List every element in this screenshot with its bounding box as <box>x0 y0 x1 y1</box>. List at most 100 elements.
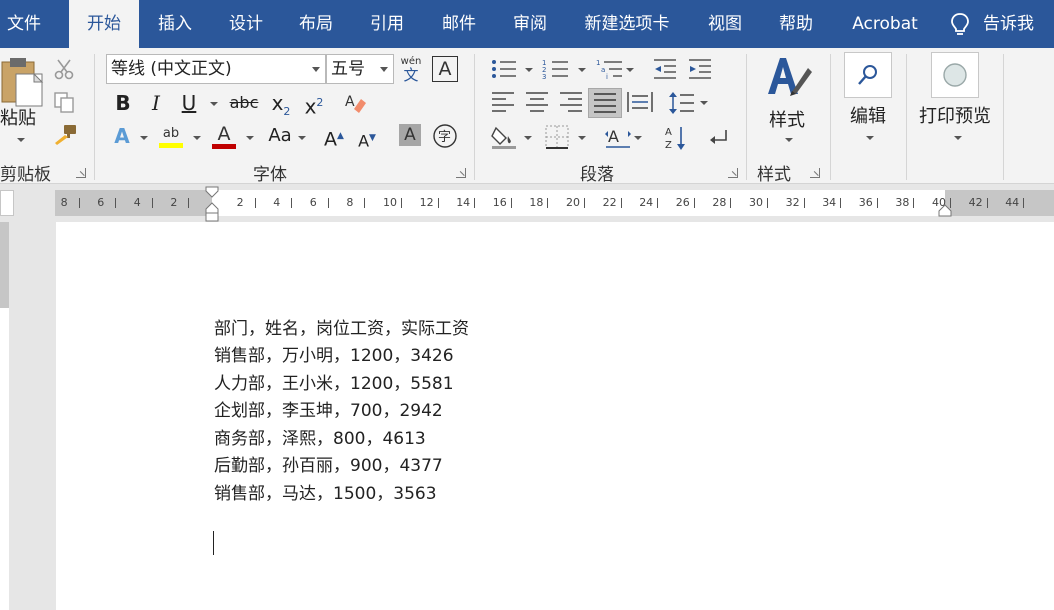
ruler-tick <box>254 198 256 208</box>
clear-formatting-icon[interactable]: A <box>344 91 368 115</box>
borders-dropdown-icon[interactable] <box>578 136 586 140</box>
highlight-color-icon[interactable]: ab <box>157 122 185 150</box>
tab-selector[interactable] <box>0 190 14 216</box>
paste-label[interactable]: 粘贴 <box>0 104 36 130</box>
decrease-indent-icon[interactable] <box>652 58 678 80</box>
increase-indent-icon[interactable] <box>687 58 713 80</box>
change-case-dropdown-icon[interactable] <box>298 136 306 140</box>
multilevel-dropdown-icon[interactable] <box>626 68 634 72</box>
document-line[interactable]: 商务部，泽熙，800，4613 <box>214 424 426 449</box>
document-line[interactable]: 人力部，王小米，1200，5581 <box>214 369 454 394</box>
bullets-dropdown-icon[interactable] <box>525 68 533 72</box>
font-size-combo[interactable]: 五号 <box>326 54 394 84</box>
editing-button[interactable] <box>844 52 892 98</box>
subscript-icon[interactable]: x2 <box>268 91 294 124</box>
tab-acrobat[interactable]: Acrobat <box>842 0 928 48</box>
editing-label[interactable]: 编辑 <box>850 102 886 128</box>
superscript-icon[interactable]: x2 <box>301 91 327 119</box>
bullets-icon[interactable] <box>490 58 518 80</box>
shrink-font-icon[interactable]: A▼ <box>355 126 379 153</box>
font-name-combo[interactable]: 等线 (中文正文) <box>106 54 326 84</box>
print-preview-button[interactable] <box>931 52 979 98</box>
styles-dropdown-icon[interactable] <box>785 138 793 142</box>
tab-home[interactable]: 开始 <box>69 0 139 48</box>
tab-review[interactable]: 审阅 <box>502 0 558 48</box>
document-page[interactable] <box>56 222 1054 610</box>
clipboard-launcher-icon[interactable] <box>76 168 86 178</box>
tab-mailings[interactable]: 邮件 <box>431 0 487 48</box>
underline-icon[interactable]: U <box>178 91 200 115</box>
distributed-align-icon[interactable] <box>626 90 654 114</box>
strikethrough-icon[interactable]: abc <box>228 91 260 115</box>
numbering-icon[interactable]: 123 <box>542 58 570 80</box>
sort-icon[interactable]: A Z <box>664 124 688 152</box>
tab-help[interactable]: 帮助 <box>768 0 824 48</box>
text-effects-dropdown-icon[interactable] <box>140 136 148 140</box>
enclosed-character-icon[interactable]: 字 <box>432 123 458 149</box>
document-line[interactable]: 企划部，李玉坤，700，2942 <box>214 396 443 421</box>
align-center-icon[interactable] <box>524 90 550 114</box>
multilevel-list-icon[interactable]: 1ai <box>596 58 624 80</box>
tab-layout[interactable]: 布局 <box>288 0 344 48</box>
ruler-number: 12 <box>419 196 434 209</box>
styles-button-label[interactable]: 样式 <box>769 106 805 132</box>
font-color-icon[interactable]: A <box>210 122 238 150</box>
tab-references[interactable]: 引用 <box>359 0 415 48</box>
ruler-number: 6 <box>309 196 317 209</box>
indent-marker-icon[interactable] <box>204 186 220 224</box>
tab-insert[interactable]: 插入 <box>147 0 203 48</box>
justify-button[interactable] <box>588 88 622 118</box>
paragraph-launcher-icon[interactable] <box>728 168 738 178</box>
show-marks-icon[interactable] <box>706 126 730 150</box>
align-left-icon[interactable] <box>490 90 516 114</box>
tab-design[interactable]: 设计 <box>218 0 274 48</box>
tell-me-search[interactable]: 告诉我 <box>983 0 1034 48</box>
font-color-dropdown-icon[interactable] <box>246 136 254 140</box>
ruler-number: 24 <box>639 196 654 209</box>
document-line[interactable]: 销售部，万小明，1200，3426 <box>214 341 454 366</box>
highlight-dropdown-icon[interactable] <box>193 136 201 140</box>
grow-font-icon[interactable]: A▲ <box>322 124 346 151</box>
change-case-icon[interactable]: Aa <box>262 124 298 148</box>
tab-file[interactable]: 文件 <box>0 0 48 48</box>
document-line[interactable]: 部门，姓名，岗位工资，实际工资 <box>214 314 469 339</box>
right-indent-marker-icon[interactable] <box>938 204 952 218</box>
group-divider <box>746 54 747 180</box>
ruler-number: 4 <box>273 196 281 209</box>
borders-icon[interactable] <box>544 124 570 150</box>
ruler-tick <box>188 198 190 208</box>
bold-icon[interactable]: B <box>112 91 134 115</box>
ruler-tick <box>437 198 439 208</box>
editing-dropdown-icon[interactable] <box>866 136 874 140</box>
cut-icon[interactable] <box>53 58 75 80</box>
align-right-icon[interactable] <box>558 90 584 114</box>
styles-icon[interactable] <box>764 54 814 100</box>
format-painter-icon[interactable] <box>53 123 77 147</box>
styles-launcher-icon[interactable] <box>810 168 820 178</box>
numbering-dropdown-icon[interactable] <box>578 68 586 72</box>
print-preview-dropdown-icon[interactable] <box>954 136 962 140</box>
italic-icon[interactable]: I <box>145 91 167 115</box>
text-effects-icon[interactable]: A <box>110 124 134 148</box>
character-border-icon[interactable]: A <box>432 56 458 82</box>
phonetic-guide-icon[interactable]: wén 文 <box>397 54 425 84</box>
line-spacing-icon[interactable] <box>668 90 696 116</box>
paste-dropdown-icon[interactable] <box>17 138 25 142</box>
shading-dropdown-icon[interactable] <box>524 136 532 140</box>
copy-icon[interactable] <box>53 91 75 113</box>
line-spacing-dropdown-icon[interactable] <box>700 101 708 105</box>
underline-dropdown-icon[interactable] <box>210 102 218 106</box>
font-launcher-icon[interactable] <box>456 168 466 178</box>
document-line[interactable]: 销售部，马达，1500，3563 <box>214 479 437 504</box>
lightbulb-icon[interactable] <box>949 12 971 38</box>
character-shading-icon[interactable]: A <box>399 124 421 146</box>
tab-view[interactable]: 视图 <box>697 0 753 48</box>
shading-icon[interactable] <box>490 124 518 150</box>
chinese-layout-dropdown-icon[interactable] <box>634 136 642 140</box>
tab-new-tab[interactable]: 新建选项卡 <box>575 0 679 48</box>
paste-icon[interactable] <box>0 56 44 108</box>
group-divider <box>906 54 907 180</box>
document-line[interactable]: 后勤部，孙百丽，900，4377 <box>214 451 443 476</box>
print-preview-label[interactable]: 打印预览 <box>919 102 991 128</box>
chinese-layout-icon[interactable]: A <box>604 124 632 150</box>
